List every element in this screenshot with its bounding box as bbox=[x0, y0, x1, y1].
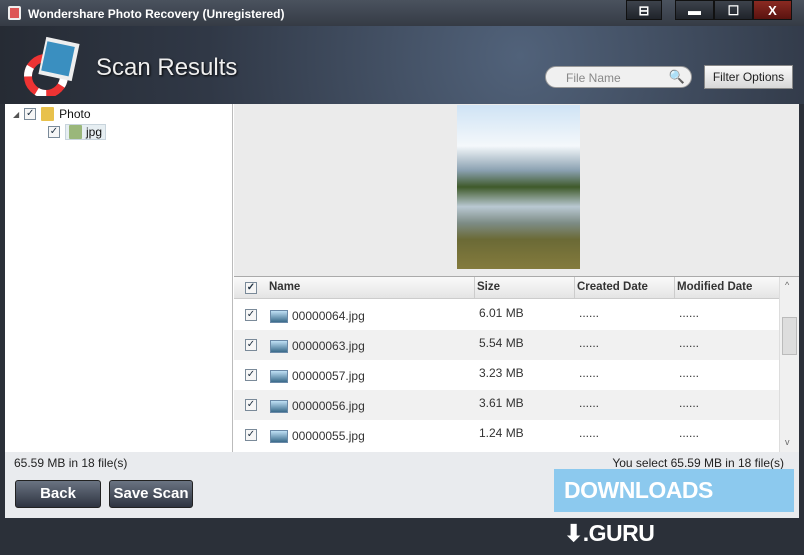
register-button[interactable]: ⊟ bbox=[626, 0, 662, 20]
total-status: 65.59 MB in 18 file(s) bbox=[14, 456, 128, 470]
created-date: ...... bbox=[579, 336, 600, 350]
column-modified-date[interactable]: Modified Date bbox=[677, 281, 752, 293]
created-date: ...... bbox=[579, 366, 600, 380]
header: Scan Results File Name 🔍 Filter Options bbox=[0, 26, 804, 104]
folder-icon bbox=[41, 107, 55, 121]
app-logo-icon bbox=[24, 36, 80, 96]
title-bar: Wondershare Photo Recovery (Unregistered… bbox=[0, 0, 804, 26]
table-row[interactable]: ✓ 00000056.jpg 3.61 MB ...... ...... bbox=[234, 390, 779, 420]
file-size: 6.01 MB bbox=[479, 306, 524, 320]
search-placeholder: File Name bbox=[566, 71, 621, 85]
column-created-date[interactable]: Created Date bbox=[577, 281, 648, 293]
select-all-checkbox[interactable]: ✓ bbox=[245, 282, 257, 294]
row-checkbox[interactable]: ✓ bbox=[245, 309, 257, 321]
scroll-down-icon[interactable]: v bbox=[785, 437, 790, 447]
table-row[interactable]: ✓ 00000055.jpg 1.24 MB ...... ...... bbox=[234, 420, 779, 450]
modified-date: ...... bbox=[679, 336, 700, 350]
tree-label: Photo bbox=[59, 107, 91, 121]
file-name: 00000055.jpg bbox=[292, 429, 365, 443]
back-button[interactable]: Back bbox=[15, 480, 101, 508]
created-date: ...... bbox=[579, 396, 600, 410]
scrollbar-thumb[interactable] bbox=[782, 317, 797, 355]
modified-date: ...... bbox=[679, 396, 700, 410]
file-name: 00000063.jpg bbox=[292, 339, 365, 353]
page-title: Scan Results bbox=[96, 54, 238, 81]
preview-pane bbox=[234, 104, 799, 276]
row-checkbox[interactable]: ✓ bbox=[245, 429, 257, 441]
row-checkbox[interactable]: ✓ bbox=[245, 369, 257, 381]
table-row[interactable]: ✓ 00000063.jpg 5.54 MB ...... ...... bbox=[234, 330, 779, 360]
folder-icon bbox=[69, 125, 82, 139]
save-scan-button[interactable]: Save Scan bbox=[109, 480, 193, 508]
image-file-icon bbox=[270, 340, 288, 353]
minimize-button[interactable]: ▬ bbox=[675, 0, 714, 20]
file-name: 00000056.jpg bbox=[292, 399, 365, 413]
checkbox[interactable]: ✓ bbox=[24, 108, 37, 120]
modified-date: ...... bbox=[679, 426, 700, 440]
column-name[interactable]: Name bbox=[269, 281, 300, 293]
filter-options-button[interactable]: Filter Options bbox=[704, 65, 793, 89]
downloads-guru-watermark: DOWNLOADS ⬇.GURU bbox=[554, 469, 794, 546]
image-file-icon bbox=[270, 430, 288, 443]
preview-image bbox=[457, 105, 580, 269]
file-size: 3.23 MB bbox=[479, 366, 524, 380]
file-table: ✓ Name Size Created Date Modified Date ✓… bbox=[234, 276, 799, 453]
modified-date: ...... bbox=[679, 366, 700, 380]
file-name: 00000057.jpg bbox=[292, 369, 365, 383]
row-checkbox[interactable]: ✓ bbox=[245, 399, 257, 411]
maximize-button[interactable]: ☐ bbox=[714, 0, 753, 20]
table-row[interactable]: ✓ 00000064.jpg 6.01 MB ...... ...... bbox=[234, 300, 779, 330]
app-icon bbox=[8, 6, 21, 20]
scroll-up-icon[interactable]: ^ bbox=[785, 280, 789, 290]
modified-date: ...... bbox=[679, 306, 700, 320]
window-title: Wondershare Photo Recovery (Unregistered… bbox=[28, 7, 285, 21]
tree-label: jpg bbox=[86, 125, 103, 139]
column-size[interactable]: Size bbox=[477, 281, 500, 293]
file-name: 00000064.jpg bbox=[292, 309, 365, 323]
tree-node-jpg[interactable]: ✓ jpg bbox=[48, 124, 107, 140]
image-file-icon bbox=[270, 370, 288, 383]
tree-node-photo[interactable]: ◢ ✓ Photo bbox=[13, 107, 91, 121]
image-file-icon bbox=[270, 310, 288, 323]
table-header: ✓ Name Size Created Date Modified Date bbox=[234, 277, 779, 299]
checkbox[interactable]: ✓ bbox=[48, 126, 60, 138]
image-file-icon bbox=[270, 400, 288, 413]
expand-arrow-icon[interactable]: ◢ bbox=[13, 110, 19, 119]
created-date: ...... bbox=[579, 306, 600, 320]
file-name-search-input[interactable]: File Name 🔍 bbox=[545, 66, 692, 88]
vertical-scrollbar[interactable]: ^ v bbox=[779, 277, 799, 453]
file-size: 1.24 MB bbox=[479, 426, 524, 440]
file-size: 3.61 MB bbox=[479, 396, 524, 410]
file-size: 5.54 MB bbox=[479, 336, 524, 350]
selected-status: You select 65.59 MB in 18 file(s) bbox=[612, 456, 784, 470]
row-checkbox[interactable]: ✓ bbox=[245, 339, 257, 351]
folder-tree: ◢ ✓ Photo ✓ jpg bbox=[5, 104, 233, 452]
close-button[interactable]: X bbox=[753, 0, 792, 20]
table-row[interactable]: ✓ 00000057.jpg 3.23 MB ...... ...... bbox=[234, 360, 779, 390]
search-icon[interactable]: 🔍 bbox=[669, 69, 685, 85]
created-date: ...... bbox=[579, 426, 600, 440]
